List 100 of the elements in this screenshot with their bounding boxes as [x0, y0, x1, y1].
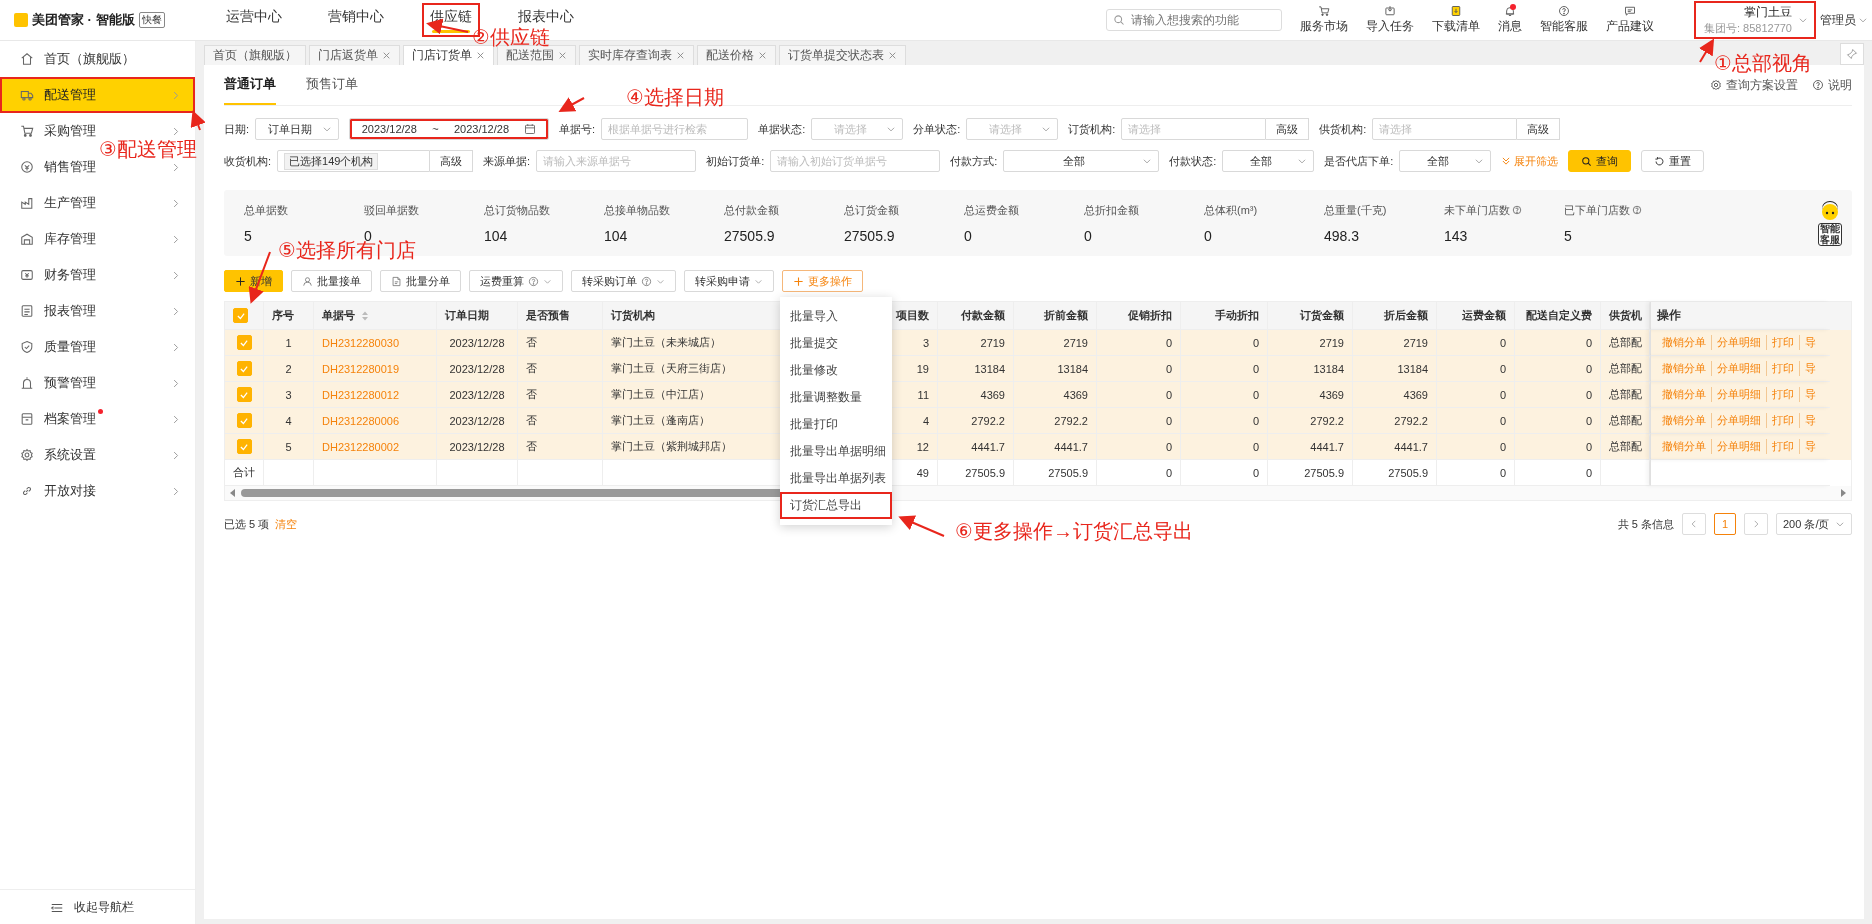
sidebar-item[interactable]: 系统设置: [0, 437, 195, 473]
annotation-arrow: [1698, 38, 1715, 63]
sort-icon[interactable]: [361, 310, 369, 321]
sidebar-item[interactable]: 首页（旗舰版）: [0, 41, 195, 77]
row-checkbox[interactable]: [236, 439, 252, 454]
plus-icon: [235, 275, 246, 287]
checkmark-icon: [239, 389, 249, 400]
user-menu[interactable]: 管理员: [1816, 11, 1872, 29]
page-tab[interactable]: 门店订货单: [403, 45, 494, 65]
close-icon: [382, 51, 391, 60]
table-cell: 5: [264, 434, 314, 460]
stat-value: 0: [1084, 227, 1093, 244]
sidebar-item[interactable]: 财务管理: [0, 257, 195, 293]
row-checkbox[interactable]: [236, 387, 252, 402]
filter-label: 订货机构:: [1068, 121, 1116, 137]
advanced-button[interactable]: 高级: [430, 150, 474, 172]
next-page-button[interactable]: [1744, 513, 1768, 535]
toolbar-button[interactable]: 下载清单: [1432, 5, 1480, 35]
chevron-down-icon: [1474, 156, 1485, 166]
header-link[interactable]: 查询方案设置: [1710, 76, 1798, 94]
account-switcher[interactable]: 掌门土豆 集团号: 85812770: [1694, 1, 1816, 39]
sidebar-item[interactable]: 预警管理: [0, 365, 195, 401]
sidebar-item[interactable]: 生产管理: [0, 185, 195, 221]
action-button[interactable]: 运费重算: [469, 270, 563, 292]
row-checkbox[interactable]: [236, 361, 252, 376]
scroll-left-icon[interactable]: [229, 489, 237, 497]
select-field[interactable]: 订单日期: [255, 118, 340, 140]
menu-item[interactable]: 订货汇总导出: [780, 492, 892, 519]
chevron-down-icon: [1798, 15, 1808, 25]
toolbar-button[interactable]: 消息: [1498, 5, 1522, 35]
order-type-tab[interactable]: 普通订单: [224, 65, 276, 105]
close-icon: [888, 51, 897, 60]
toolbar-button[interactable]: 导入任务: [1366, 5, 1414, 35]
stat-value: 5: [244, 227, 253, 244]
collapse-nav-button[interactable]: 收起导航栏: [0, 889, 195, 924]
order-type-tab[interactable]: 预售订单: [306, 65, 358, 105]
date-range-field[interactable]: 2023/12/28 ~ 2023/12/28: [349, 118, 550, 140]
filter-label: 单据状态:: [758, 121, 806, 137]
filter-label: 付款方式:: [950, 153, 998, 169]
assistant-button[interactable]: 智能客服: [1818, 223, 1842, 246]
checkmark-icon: [235, 310, 246, 321]
toolbar-button[interactable]: 智能客服: [1540, 5, 1588, 35]
sidebar-item[interactable]: 开放对接: [0, 473, 195, 509]
filter-label: 供货机构:: [1319, 121, 1367, 137]
help-icon: [1812, 79, 1824, 91]
sidebar-item[interactable]: 配送管理: [0, 77, 195, 113]
document-icon: [20, 304, 34, 318]
action-button[interactable]: 转采购申请: [684, 270, 774, 292]
sidebar-item[interactable]: 质量管理: [0, 329, 195, 365]
action-button[interactable]: 批量分单: [380, 270, 461, 292]
checkmark-icon: [239, 337, 249, 348]
stat-label: 总运费金额: [964, 202, 1020, 218]
close-icon: [558, 51, 567, 60]
page-tab[interactable]: 实时库存查询表: [579, 45, 694, 65]
filter-label: 付款状态:: [1169, 153, 1217, 169]
help-icon: [1632, 205, 1642, 215]
header-link[interactable]: 说明: [1812, 76, 1852, 94]
page-size-select[interactable]: 200 条/页: [1776, 513, 1852, 535]
sidebar-item[interactable]: 档案管理: [0, 401, 195, 437]
clipboard-icon: [1450, 5, 1462, 17]
filter-label: 来源单据:: [483, 153, 531, 169]
scroll-right-icon[interactable]: [1839, 489, 1847, 497]
horizontal-scrollbar[interactable]: [225, 486, 1851, 500]
sidebar-item[interactable]: 库存管理: [0, 221, 195, 257]
page-tab[interactable]: 首页（旗舰版）: [204, 45, 306, 65]
search-button[interactable]: 查询: [1568, 150, 1632, 172]
reset-button[interactable]: 重置: [1641, 150, 1705, 172]
stat-label: 总体积(m³): [1204, 202, 1259, 218]
advanced-button[interactable]: 高级: [1266, 118, 1310, 140]
annotation-arrow: [248, 251, 271, 304]
double-chevron-icon: [1501, 156, 1512, 166]
checkmark-icon: [239, 415, 249, 426]
select-all-checkbox[interactable]: [233, 308, 248, 323]
search-field[interactable]: 请输入想搜索的功能: [1106, 9, 1282, 31]
page-tab[interactable]: 门店返货单: [309, 45, 400, 65]
action-button[interactable]: 批量接单: [291, 270, 372, 292]
page-tab[interactable]: 配送价格: [697, 45, 776, 65]
org-picker-field[interactable]: 已选择149个机构: [277, 150, 431, 172]
stat-value: 104: [604, 227, 629, 244]
stat-label: 未下单门店数: [1444, 202, 1564, 218]
toolbar-button[interactable]: 服务市场: [1300, 5, 1348, 35]
chevron-down-icon: [1297, 156, 1308, 166]
action-button[interactable]: 转采购订单: [571, 270, 676, 292]
link-icon: [20, 484, 34, 498]
select-field[interactable]: 全部: [1222, 150, 1315, 172]
select-field[interactable]: 全部: [1003, 150, 1160, 172]
page-tab[interactable]: 订货单提交状态表: [779, 45, 906, 65]
nav-tab[interactable]: 运营中心: [218, 3, 290, 37]
select-field[interactable]: 全部: [1399, 150, 1492, 172]
row-checkbox[interactable]: [236, 335, 252, 350]
pin-button[interactable]: [1840, 43, 1864, 65]
refresh-icon: [1654, 155, 1666, 167]
toolbar-button[interactable]: 产品建议: [1606, 5, 1654, 35]
sidebar-item[interactable]: 报表管理: [0, 293, 195, 329]
row-checkbox[interactable]: [236, 413, 252, 428]
advanced-button[interactable]: 高级: [1517, 118, 1561, 140]
stat-value: 0: [1204, 227, 1213, 244]
prev-page-button[interactable]: [1682, 513, 1706, 535]
nav-tab[interactable]: 营销中心: [320, 3, 392, 37]
table-cell: 0: [1515, 434, 1601, 460]
